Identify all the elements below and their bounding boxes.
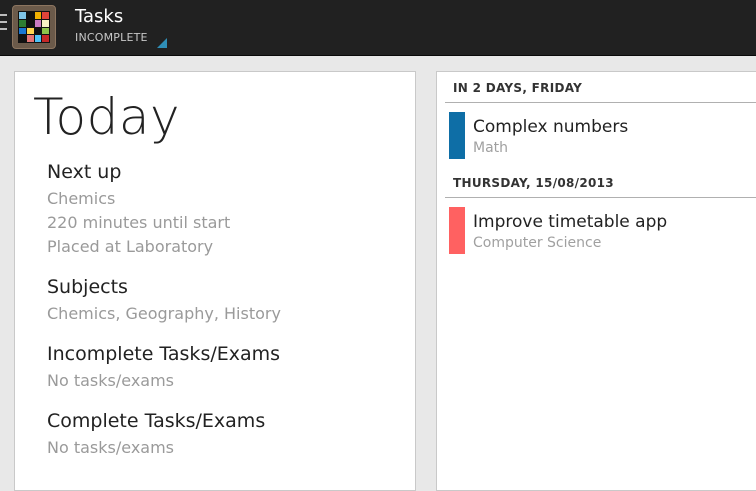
group-divider bbox=[445, 102, 756, 103]
today-heading: Today bbox=[33, 88, 181, 146]
spinner-triangle-icon[interactable] bbox=[157, 38, 167, 48]
incomplete-value: No tasks/exams bbox=[47, 371, 175, 390]
complete-value: No tasks/exams bbox=[47, 438, 175, 457]
app-icon-cell bbox=[34, 12, 42, 19]
group-heading: THURSDAY, 15/08/2013 bbox=[453, 176, 614, 190]
app-icon-grid bbox=[18, 11, 50, 43]
task-title: Complex numbers bbox=[473, 117, 629, 137]
next-up-time: 220 minutes until start bbox=[47, 213, 231, 232]
task-subject: Math bbox=[473, 140, 509, 156]
app-icon[interactable] bbox=[12, 5, 56, 49]
app-icon-cell bbox=[19, 19, 26, 27]
subject-color-bar bbox=[449, 112, 465, 159]
app-icon-cell bbox=[26, 12, 34, 19]
subjects-heading: Subjects bbox=[47, 276, 128, 298]
drawer-menu-icon[interactable] bbox=[0, 14, 7, 36]
app-icon-cell bbox=[42, 12, 49, 19]
action-bar: Tasks INCOMPLETE bbox=[0, 0, 756, 56]
today-card: Today Next up Chemics 220 minutes until … bbox=[14, 71, 416, 491]
filter-spinner[interactable]: INCOMPLETE bbox=[75, 31, 148, 44]
task-list: IN 2 DAYS, FRIDAY Complex numbers Math T… bbox=[436, 71, 756, 491]
group-heading: IN 2 DAYS, FRIDAY bbox=[453, 81, 583, 95]
next-up-place: Placed at Laboratory bbox=[47, 237, 214, 256]
app-icon-cell bbox=[42, 19, 49, 27]
app-icon-cell bbox=[19, 12, 26, 19]
app-icon-cell bbox=[26, 19, 34, 27]
subject-color-bar bbox=[449, 207, 465, 254]
app-icon-cell bbox=[42, 35, 49, 42]
complete-heading: Complete Tasks/Exams bbox=[47, 410, 266, 432]
app-icon-cell bbox=[34, 27, 42, 35]
app-title: Tasks bbox=[75, 6, 124, 27]
group-divider bbox=[445, 197, 756, 198]
app-icon-cell bbox=[19, 27, 26, 35]
app-icon-cell bbox=[26, 35, 34, 42]
incomplete-heading: Incomplete Tasks/Exams bbox=[47, 343, 281, 365]
app-icon-cell bbox=[42, 27, 49, 35]
task-title: Improve timetable app bbox=[473, 212, 668, 232]
task-subject: Computer Science bbox=[473, 235, 602, 251]
next-up-subject: Chemics bbox=[47, 189, 116, 208]
app-icon-cell bbox=[34, 19, 42, 27]
app-icon-cell bbox=[19, 35, 26, 42]
app-icon-cell bbox=[34, 35, 42, 42]
subjects-value: Chemics, Geography, History bbox=[47, 304, 281, 323]
next-up-heading: Next up bbox=[47, 161, 122, 183]
app-icon-cell bbox=[26, 27, 34, 35]
